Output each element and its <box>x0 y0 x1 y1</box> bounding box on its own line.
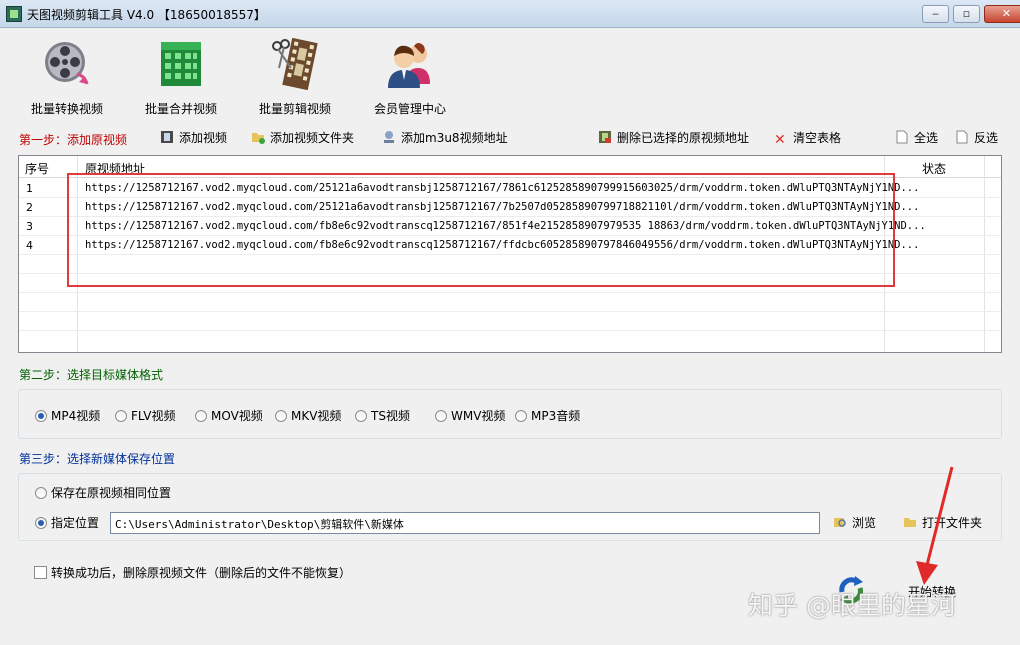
red-x-icon: ✕ <box>774 132 786 148</box>
save-path-input[interactable]: C:\Users\Administrator\Desktop\剪辑软件\新媒体 <box>110 512 820 534</box>
table-row-index[interactable]: 2 <box>26 201 33 214</box>
users-icon <box>388 43 430 88</box>
invert-label: 反选 <box>974 131 999 145</box>
member-center-button[interactable]: 会员管理中心 <box>355 38 465 118</box>
film-reel-icon <box>45 42 89 85</box>
add-folder-label: 添加视频文件夹 <box>270 131 355 145</box>
add-video-button[interactable]: 添加视频 <box>160 129 227 147</box>
batch-edit-button[interactable]: 批量剪辑视频 <box>240 38 350 118</box>
film-delete-icon <box>599 131 611 143</box>
step2-label: 第二步：选择目标媒体格式 <box>19 368 164 382</box>
member-center-label: 会员管理中心 <box>373 102 446 116</box>
table-row-index[interactable]: 1 <box>26 182 33 195</box>
same-location-label: 保存在原视频相同位置 <box>51 486 172 500</box>
batch-convert-label: 批量转换视频 <box>30 102 103 116</box>
radio-dot <box>275 410 287 422</box>
radio-dot <box>115 410 127 422</box>
same-location-radio[interactable]: 保存在原视频相同位置 <box>35 486 171 500</box>
format-mp3-radio[interactable]: MP3音频 <box>515 409 580 423</box>
format-label: MP3音频 <box>531 409 581 423</box>
add-folder-button[interactable]: 添加视频文件夹 <box>251 129 354 147</box>
maximize-button[interactable]: ▫ <box>953 5 980 23</box>
format-wmv-radio[interactable]: WMV视频 <box>435 409 505 423</box>
format-label: MOV视频 <box>211 409 263 423</box>
format-label: WMV视频 <box>451 409 506 423</box>
network-icon <box>384 131 394 143</box>
browse-icon <box>834 518 846 527</box>
batch-merge-button[interactable]: 批量合并视频 <box>126 38 236 118</box>
annotation-arrow <box>916 466 954 585</box>
batch-merge-label: 批量合并视频 <box>144 102 217 116</box>
table-row-index[interactable]: 4 <box>26 239 33 252</box>
radio-dot <box>515 410 527 422</box>
minimize-button[interactable]: ‒ <box>922 5 949 23</box>
browse-button[interactable]: 浏览 <box>833 514 876 532</box>
folder-add-icon <box>252 133 265 144</box>
add-m3u8-label: 添加m3u8视频地址 <box>401 131 508 145</box>
app-icon <box>6 6 22 22</box>
format-mp4-radio[interactable]: MP4视频 <box>35 409 100 423</box>
format-mov-radio[interactable]: MOV视频 <box>195 409 263 423</box>
film-scissors-icon <box>272 38 318 90</box>
step1-label: 第一步：添加原视频 <box>19 133 128 147</box>
invert-button[interactable]: 反选 <box>955 129 998 147</box>
document-blank-icon <box>956 130 968 144</box>
header-status[interactable]: 状态 <box>922 160 946 177</box>
format-ts-radio[interactable]: TS视频 <box>355 409 410 423</box>
specify-location-radio[interactable]: 指定位置 <box>35 516 99 530</box>
browse-label: 浏览 <box>852 516 877 530</box>
radio-dot <box>435 410 447 422</box>
row-divider <box>19 330 1001 331</box>
format-label: MKV视频 <box>291 409 342 423</box>
format-label: TS视频 <box>371 409 410 423</box>
format-flv-radio[interactable]: FLV视频 <box>115 409 175 423</box>
row-divider <box>19 311 1001 312</box>
format-label: FLV视频 <box>131 409 176 423</box>
select-all-label: 全选 <box>914 131 939 145</box>
header-index[interactable]: 序号 <box>25 160 49 177</box>
radio-dot <box>35 410 47 422</box>
document-icon <box>896 130 908 144</box>
delete-after-label: 转换成功后，删除原视频文件（删除后的文件不能恢复） <box>51 566 352 580</box>
radio-dot <box>35 517 47 529</box>
batch-convert-button[interactable]: 批量转换视频 <box>12 38 122 118</box>
clear-table-button[interactable]: ✕ 清空表格 <box>774 129 841 147</box>
close-button[interactable]: ✕ <box>984 5 1020 23</box>
building-grid-icon <box>161 42 201 86</box>
radio-dot <box>195 410 207 422</box>
checkbox-box <box>34 566 47 579</box>
radio-dot <box>35 487 47 499</box>
step3-label: 第三步：选择新媒体保存位置 <box>19 452 176 466</box>
specify-location-label: 指定位置 <box>51 516 100 530</box>
title-bar: 天图视频剪辑工具 V4.0 【18650018557】 ‒ ▫ ✕ <box>0 0 1020 28</box>
table-row-index[interactable]: 3 <box>26 220 33 233</box>
format-label: MP4视频 <box>51 409 101 423</box>
select-all-button[interactable]: 全选 <box>895 129 938 147</box>
window-title: 天图视频剪辑工具 V4.0 【18650018557】 <box>27 8 266 22</box>
delete-selected-label: 删除已选择的原视频地址 <box>617 131 750 145</box>
batch-edit-label: 批量剪辑视频 <box>258 102 331 116</box>
radio-dot <box>355 410 367 422</box>
format-mkv-radio[interactable]: MKV视频 <box>275 409 341 423</box>
clear-table-label: 清空表格 <box>793 131 842 145</box>
delete-after-checkbox[interactable]: 转换成功后，删除原视频文件（删除后的文件不能恢复） <box>34 566 351 580</box>
add-video-label: 添加视频 <box>179 131 228 145</box>
row-divider <box>19 292 1001 293</box>
film-add-icon <box>161 131 173 143</box>
add-m3u8-button[interactable]: 添加m3u8视频地址 <box>382 129 508 147</box>
delete-selected-button[interactable]: 删除已选择的原视频地址 <box>598 129 749 147</box>
highlight-box <box>67 173 895 287</box>
watermark: 知乎 @眼里的星河 <box>748 591 956 620</box>
